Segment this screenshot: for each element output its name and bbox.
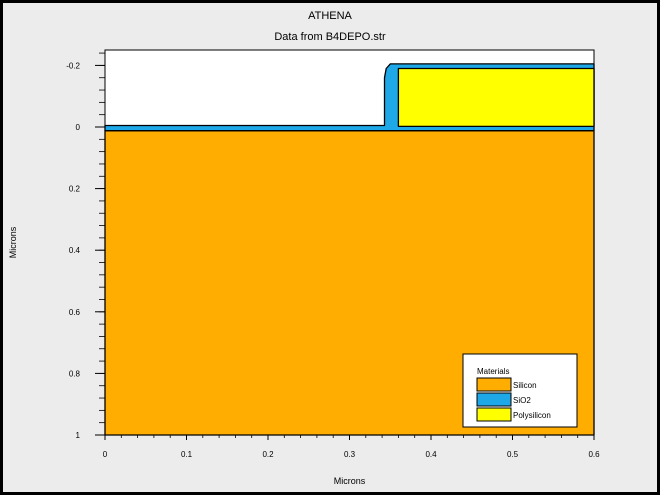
x-tick-label: 0.1 — [181, 450, 193, 459]
legend-label-sio2: SiO2 — [513, 396, 531, 405]
x-tick-label: 0.5 — [507, 450, 519, 459]
y-tick-label: 0 — [76, 123, 81, 132]
y-tick-label: -0.2 — [66, 61, 80, 70]
x-tick-label: 0.6 — [588, 450, 600, 459]
y-tick-label: 0.2 — [69, 185, 81, 194]
x-tick-label: 0.2 — [262, 450, 274, 459]
cross-section-plot: 0 0.1 0.2 0.3 0.4 0.5 0.6 -0.2 0 0.2 0.4 0.6 0.8 1 Mi… — [8, 49, 600, 486]
y-tick-label: 1 — [76, 431, 81, 440]
x-tick-label: 0.4 — [425, 450, 437, 459]
x-axis-label: Microns — [334, 476, 366, 486]
region-polysilicon — [397, 67, 595, 128]
y-tick-label: 0.4 — [69, 246, 81, 255]
legend-label-polysilicon: Polysilicon — [513, 411, 551, 420]
y-tick-label: 0.8 — [69, 369, 81, 378]
legend-swatch-silicon — [476, 377, 512, 392]
x-tick-label: 0.3 — [344, 450, 356, 459]
legend-swatch-sio2 — [476, 392, 512, 407]
legend-label-silicon: Silicon — [513, 381, 537, 390]
legend: Materials Silicon SiO2 Polysilicon — [462, 353, 578, 428]
legend-title: Materials — [477, 367, 509, 376]
y-axis-label: Microns — [8, 226, 18, 258]
x-tick-label: 0 — [103, 450, 108, 459]
legend-swatch-polysilicon — [476, 407, 512, 422]
y-tick-label: 0.6 — [69, 308, 81, 317]
